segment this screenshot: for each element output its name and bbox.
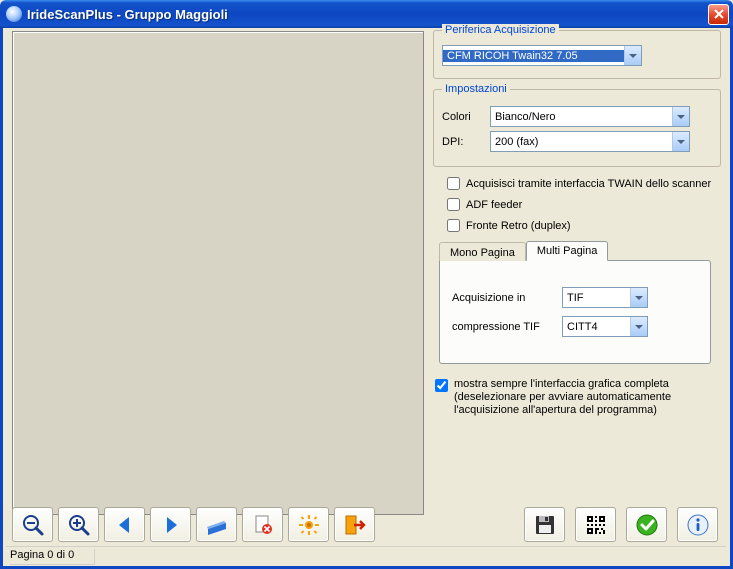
duplex-checkbox-row: Fronte Retro (duplex) (447, 219, 721, 232)
tif-compression-label: compressione TIF (452, 321, 562, 333)
color-label: Colori (442, 111, 490, 123)
window-title: IrideScanPlus - Gruppo Maggioli (27, 7, 708, 22)
zoom-in-icon (67, 513, 91, 537)
titlebar: IrideScanPlus - Gruppo Maggioli (0, 0, 733, 28)
settings-groupbox: Impostazioni Colori Bianco/Nero DPI: 200… (433, 89, 721, 167)
toolbar-right (524, 507, 718, 542)
gear-icon (297, 513, 321, 537)
chevron-down-icon (630, 317, 647, 336)
show-interface-line3: l'acquisizione all'apertura del programm… (454, 404, 671, 417)
arrow-right-icon (159, 513, 183, 537)
color-select-value: Bianco/Nero (491, 111, 672, 123)
tab-mono-pagina[interactable]: Mono Pagina (439, 242, 526, 261)
chevron-down-icon (624, 46, 641, 65)
tabstrip: Mono Pagina Multi Pagina (439, 241, 721, 261)
zoom-out-button[interactable] (12, 507, 53, 542)
twain-checkbox-row: Acquisisci tramite interfaccia TWAIN del… (447, 177, 721, 190)
device-select[interactable]: CFM RICOH Twain32 7.05 (442, 45, 642, 66)
duplex-checkbox[interactable] (447, 219, 460, 232)
duplex-label: Fronte Retro (duplex) (466, 220, 571, 232)
tab-panel-multi: Acquisizione in TIF compressione TIF CIT… (439, 260, 711, 364)
exit-button[interactable] (334, 507, 375, 542)
chevron-down-icon (672, 107, 689, 126)
dpi-select-value: 200 (fax) (491, 136, 672, 148)
twain-label: Acquisisci tramite interfaccia TWAIN del… (466, 178, 711, 190)
show-interface-line2: (deselezionare per avviare automaticamen… (454, 391, 671, 404)
save-button[interactable] (524, 507, 565, 542)
acquisition-format-value: TIF (563, 292, 630, 304)
show-interface-checkbox[interactable] (435, 379, 448, 392)
twain-checkbox[interactable] (447, 177, 460, 190)
prev-page-button[interactable] (104, 507, 145, 542)
tab-multi-pagina[interactable]: Multi Pagina (526, 241, 609, 261)
info-button[interactable] (677, 507, 718, 542)
exit-icon (343, 513, 367, 537)
scan-button[interactable] (196, 507, 237, 542)
show-interface-row: mostra sempre l'interfaccia grafica comp… (435, 378, 721, 417)
device-select-value: CFM RICOH Twain32 7.05 (443, 50, 624, 62)
status-page: Pagina 0 di 0 (10, 549, 95, 565)
zoom-in-button[interactable] (58, 507, 99, 542)
adf-label: ADF feeder (466, 199, 522, 211)
chevron-down-icon (672, 132, 689, 151)
floppy-disk-icon (533, 513, 557, 537)
device-legend: Periferica Acquisizione (442, 24, 559, 36)
toolbar-left (12, 507, 375, 542)
color-select[interactable]: Bianco/Nero (490, 106, 690, 127)
settings-pane: Periferica Acquisizione CFM RICOH Twain3… (433, 30, 721, 417)
confirm-button[interactable] (626, 507, 667, 542)
tabs: Mono Pagina Multi Pagina Acquisizione in… (439, 240, 721, 364)
app-icon (6, 6, 22, 22)
settings-legend: Impostazioni (442, 83, 510, 95)
info-icon (686, 513, 710, 537)
document-delete-icon (251, 513, 275, 537)
device-groupbox: Periferica Acquisizione CFM RICOH Twain3… (433, 30, 721, 79)
acquisition-format-label: Acquisizione in (452, 292, 562, 304)
acquisition-format-select[interactable]: TIF (562, 287, 648, 308)
tif-compression-select[interactable]: CITT4 (562, 316, 648, 337)
show-interface-text: mostra sempre l'interfaccia grafica comp… (454, 378, 671, 417)
zoom-out-icon (21, 513, 45, 537)
chevron-down-icon (630, 288, 647, 307)
close-button[interactable] (708, 4, 729, 25)
adf-checkbox[interactable] (447, 198, 460, 211)
next-page-button[interactable] (150, 507, 191, 542)
scanner-icon (205, 513, 229, 537)
settings-button[interactable] (288, 507, 329, 542)
barcode-button[interactable] (575, 507, 616, 542)
status-bar: Pagina 0 di 0 (6, 546, 726, 564)
arrow-left-icon (113, 513, 137, 537)
show-interface-line1: mostra sempre l'interfaccia grafica comp… (454, 378, 671, 391)
client-area: Periferica Acquisizione CFM RICOH Twain3… (0, 28, 733, 569)
preview-panel (12, 31, 424, 515)
qr-code-icon (584, 513, 608, 537)
tif-compression-value: CITT4 (563, 321, 630, 333)
dpi-label: DPI: (442, 136, 490, 148)
dpi-select[interactable]: 200 (fax) (490, 131, 690, 152)
adf-checkbox-row: ADF feeder (447, 198, 721, 211)
delete-page-button[interactable] (242, 507, 283, 542)
check-circle-icon (635, 513, 659, 537)
